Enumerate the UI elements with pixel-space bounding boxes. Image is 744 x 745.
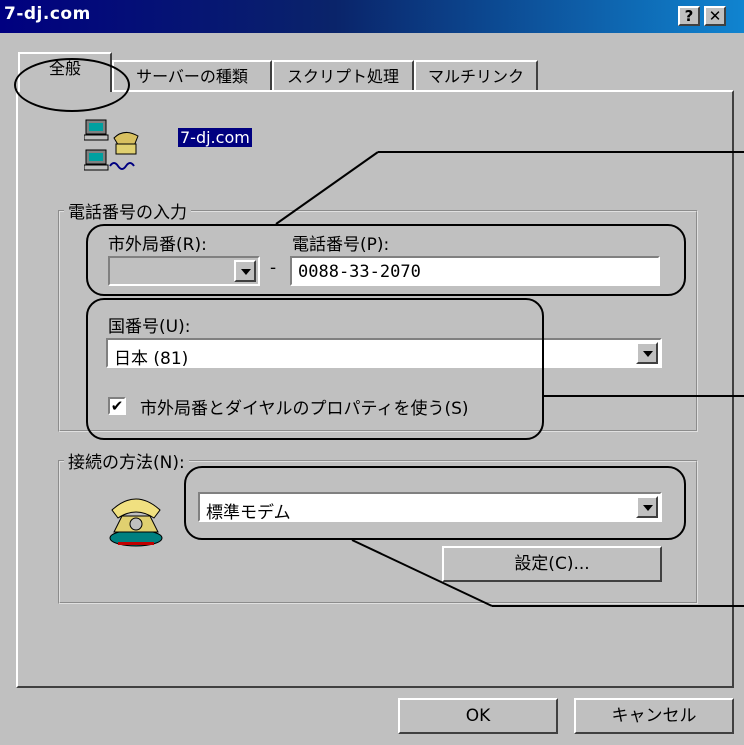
callout-leader-lines — [275, 151, 744, 607]
